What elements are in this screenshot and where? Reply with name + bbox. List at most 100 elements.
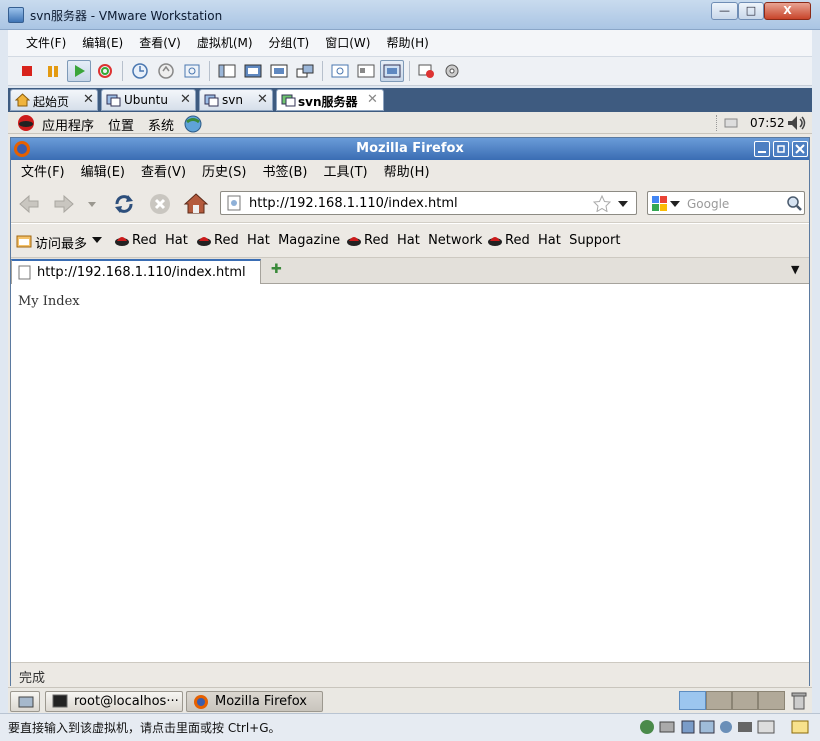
panel-clock[interactable]: 07:52 [750,116,785,130]
stop-icon [150,194,170,214]
quick-switch-button[interactable] [267,60,291,82]
fullscreen-icon [244,64,262,78]
tab-list-button[interactable]: ▼ [791,263,799,276]
show-sidebar-button[interactable] [215,60,239,82]
message-log-icon[interactable] [790,718,812,736]
search-engine-dropdown-icon[interactable] [670,199,680,209]
vm-tab-close-button[interactable]: ✕ [83,92,94,107]
settings-button[interactable] [441,60,465,82]
chevron-down-icon [88,202,96,207]
menu-team[interactable]: 分组(T) [261,30,318,57]
vm-tab-close-button[interactable]: ✕ [180,92,191,107]
ff-menu-edit[interactable]: 编辑(E) [73,159,133,186]
home-button[interactable] [183,191,209,217]
snapshot-button[interactable] [128,60,152,82]
volume-icon[interactable] [786,114,808,132]
search-bar[interactable] [647,191,805,215]
ff-menu-file[interactable]: 文件(F) [13,159,73,186]
show-desktop-button[interactable] [10,691,40,712]
trash-icon[interactable] [790,691,808,711]
firefox-maximize-button[interactable] [773,141,789,157]
toolbar-separator [409,61,410,81]
url-bar[interactable] [220,191,637,215]
page-content-area[interactable]: My Index [11,284,809,662]
forward-button[interactable] [51,191,77,217]
bookmark-red-hat-network[interactable]: Red Hat Network [346,233,486,249]
firefox-tab-active[interactable]: http://192.168.1.110/index.html [11,259,261,284]
bookmark-star-icon[interactable] [593,195,611,212]
gnome-menu-places[interactable]: 位置 [108,115,134,134]
menu-vm[interactable]: 虚拟机(M) [189,30,261,57]
ff-menu-view[interactable]: 查看(V) [133,159,194,186]
fullscreen-button[interactable] [241,60,265,82]
minimize-button[interactable]: — [711,2,738,20]
workspace-1[interactable] [679,691,706,710]
gnome-bottom-panel: root@localhos··· Mozilla Firefox [8,687,812,713]
vm-tab-home[interactable]: 起始页 ✕ [10,89,98,111]
snapshot-manager-button[interactable] [180,60,204,82]
ff-menu-help[interactable]: 帮助(H) [376,159,438,186]
device-status-icons[interactable] [638,718,778,736]
search-icon[interactable] [786,195,803,212]
url-dropdown-icon[interactable] [617,198,629,210]
vm-tab-close-button[interactable]: ✕ [367,92,378,107]
bookmark-red-hat-support[interactable]: Red Hat Support [487,233,627,249]
menu-help[interactable]: 帮助(H) [378,30,436,57]
network-globe-icon[interactable] [183,114,203,133]
vm-tab-ubuntu[interactable]: Ubuntu ✕ [101,89,196,111]
tab-title: http://192.168.1.110/index.html [37,265,246,280]
bookmark-red-hat[interactable]: Red Hat [114,233,196,249]
thumbnail-view-button[interactable] [380,60,404,82]
menu-edit[interactable]: 编辑(E) [74,30,131,57]
new-tab-button[interactable]: ✚ [271,262,282,277]
sidebar-icon [218,64,236,78]
minimize-icon [758,151,766,153]
google-icon[interactable] [651,195,669,212]
thumbnail-icon [383,64,401,78]
stop-button[interactable] [147,191,173,217]
taskbar-terminal[interactable]: root@localhos··· [45,691,183,712]
ff-menu-bookmarks[interactable]: 书签(B) [254,159,315,186]
workspace-4[interactable] [758,691,785,710]
most-visited-folder[interactable]: 访问最多 [16,233,102,252]
gnome-menu-applications[interactable]: 应用程序 [42,115,94,134]
ff-menu-tools[interactable]: 工具(T) [316,159,376,186]
taskbar-label: root@localhos··· [74,694,179,709]
workspace-3[interactable] [732,691,758,710]
url-input[interactable] [249,195,589,211]
close-button[interactable]: X [764,2,811,20]
workspace-2[interactable] [706,691,732,710]
vm-icon [204,94,219,107]
taskbar-firefox[interactable]: Mozilla Firefox [186,691,323,712]
vm-tab-svn-server[interactable]: svn服务器 ✕ [276,89,384,111]
gnome-menu-system[interactable]: 系统 [148,115,174,134]
reload-button[interactable] [111,191,137,217]
reset-button[interactable] [93,60,117,82]
revert-snapshot-button[interactable] [154,60,178,82]
bookmark-red-hat-magazine[interactable]: Red Hat Magazine [196,233,346,249]
power-on-button[interactable] [67,60,91,82]
menu-file[interactable]: 文件(F) [18,30,74,57]
disconnect-button[interactable] [415,60,439,82]
back-button[interactable] [16,191,42,217]
unity-button[interactable] [293,60,317,82]
search-input[interactable] [687,196,783,211]
summary-view-button[interactable] [354,60,378,82]
console-view-button[interactable] [328,60,352,82]
firefox-minimize-button[interactable] [754,141,770,157]
vm-tab-close-button[interactable]: ✕ [257,92,268,107]
toolbar-separator [122,61,123,81]
mail-icon[interactable] [724,117,738,129]
firefox-close-button[interactable] [792,141,808,157]
suspend-button[interactable] [41,60,65,82]
maximize-button[interactable]: □ [738,2,764,20]
history-dropdown-button[interactable] [85,191,99,217]
power-off-button[interactable] [15,60,39,82]
ff-menu-history[interactable]: 历史(S) [194,159,254,186]
summary-icon [357,64,375,78]
menu-window[interactable]: 窗口(W) [317,30,378,57]
desktop-icon [18,696,34,708]
vm-tab-svn[interactable]: svn ✕ [199,89,273,111]
console-icon [331,64,349,78]
menu-view[interactable]: 查看(V) [131,30,189,57]
